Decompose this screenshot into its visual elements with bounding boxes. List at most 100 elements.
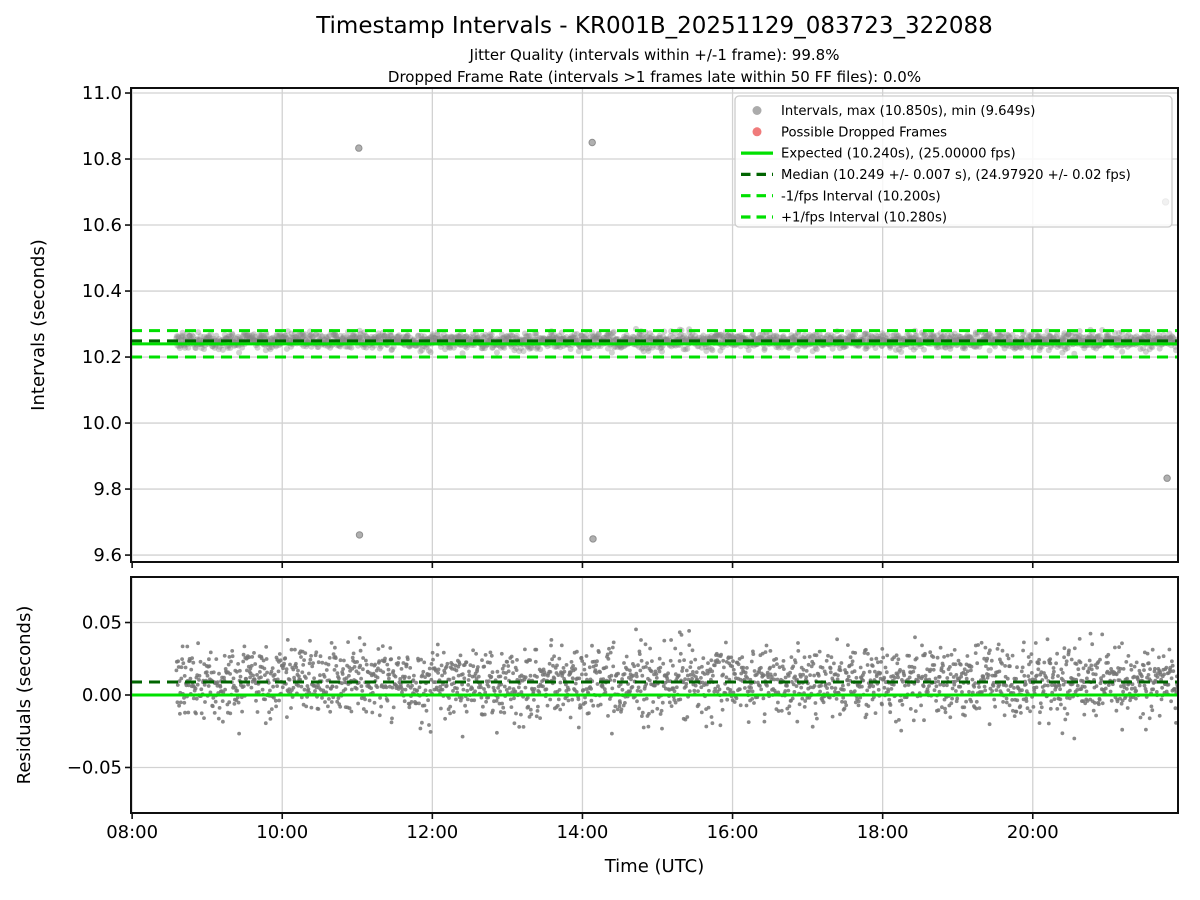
residual-point: [179, 676, 184, 681]
residual-point: [660, 726, 664, 731]
residual-point: [207, 664, 212, 668]
residual-point: [320, 660, 325, 665]
residual-point: [1078, 660, 1083, 665]
residual-point: [502, 663, 506, 668]
residual-point: [260, 687, 265, 692]
residual-point: [1103, 686, 1108, 691]
residual-point: [1026, 674, 1031, 678]
residual-point: [440, 687, 445, 692]
residual-point: [818, 689, 822, 694]
residual-point: [612, 678, 617, 683]
residual-point: [690, 676, 694, 681]
residual-point: [880, 702, 884, 707]
residual-point: [646, 724, 651, 729]
residual-point: [337, 676, 341, 681]
residual-point: [235, 688, 240, 693]
residual-point: [933, 676, 938, 681]
residual-point: [1039, 705, 1044, 710]
residual-point: [381, 670, 386, 674]
residual-point: [545, 703, 550, 708]
interval-point: [709, 347, 716, 354]
residual-point: [1089, 667, 1094, 672]
residual-point: [865, 663, 870, 667]
residual-point: [620, 687, 625, 692]
residual-point: [176, 659, 181, 664]
residual-point: [570, 697, 575, 702]
residual-point: [649, 669, 654, 674]
residual-point: [236, 662, 241, 666]
residual-point: [558, 707, 563, 712]
residual-point: [568, 715, 573, 720]
residual-point: [779, 708, 784, 713]
residual-point: [801, 672, 805, 677]
residual-point: [1038, 710, 1042, 715]
residual-point: [1155, 675, 1160, 679]
residual-point: [827, 682, 832, 686]
residual-point: [390, 716, 394, 721]
residual-point: [313, 689, 317, 693]
residual-point: [844, 670, 849, 675]
residual-point: [436, 667, 441, 672]
residual-point: [264, 645, 269, 649]
chart-title: Timestamp Intervals - KR001B_20251129_08…: [315, 13, 993, 39]
residual-point: [897, 718, 901, 722]
residual-point: [587, 711, 591, 715]
residual-point: [177, 703, 182, 708]
residual-point: [1147, 716, 1152, 721]
residual-point: [481, 704, 485, 709]
residual-point: [304, 676, 308, 680]
residual-point: [367, 698, 372, 703]
residual-point: [373, 662, 377, 667]
residual-point: [458, 653, 463, 658]
residual-point: [426, 698, 430, 703]
residual-point: [762, 719, 767, 724]
residual-point: [534, 714, 539, 719]
residual-point: [1001, 700, 1005, 704]
residual-point: [1132, 664, 1137, 669]
residual-point: [1006, 688, 1011, 692]
residual-point: [934, 684, 939, 689]
residual-point: [813, 712, 818, 716]
residual-point: [391, 705, 396, 710]
residual-point: [1125, 676, 1129, 681]
residual-point: [1020, 665, 1025, 670]
residual-point: [182, 700, 187, 705]
residual-point: [948, 672, 953, 676]
residual-point: [307, 671, 311, 676]
residual-point: [435, 653, 440, 657]
residual-point: [648, 646, 652, 651]
residual-point: [958, 662, 963, 667]
residual-point: [419, 657, 423, 662]
residual-point: [606, 714, 610, 718]
residual-point: [676, 673, 681, 678]
residual-point: [685, 715, 690, 719]
residual-point: [324, 668, 329, 672]
residual-point: [720, 707, 725, 712]
residual-point: [841, 683, 845, 688]
residual-point: [228, 711, 233, 716]
residual-point: [548, 697, 553, 702]
residual-point: [571, 664, 575, 668]
residual-point: [607, 646, 611, 651]
residual-point: [417, 685, 422, 690]
interval-point: [427, 349, 434, 356]
residual-point: [308, 638, 312, 643]
residual-point: [650, 709, 655, 714]
residual-point: [941, 670, 946, 674]
residual-point: [1020, 688, 1024, 693]
residuals-y-tick-label: 0.05: [82, 613, 122, 634]
residual-point: [1028, 659, 1033, 664]
residual-point: [759, 665, 763, 670]
residual-point: [829, 655, 834, 660]
legend-label: +1/fps Interval (10.280s): [781, 211, 947, 226]
residual-point: [465, 697, 470, 702]
residual-point: [834, 697, 839, 701]
residual-point: [212, 711, 217, 715]
residual-point: [1018, 704, 1023, 709]
residual-point: [332, 668, 337, 672]
residual-point: [498, 710, 503, 714]
residual-point: [441, 650, 446, 655]
residual-point: [583, 700, 588, 705]
residual-point: [640, 710, 645, 715]
residual-point: [1100, 632, 1105, 637]
